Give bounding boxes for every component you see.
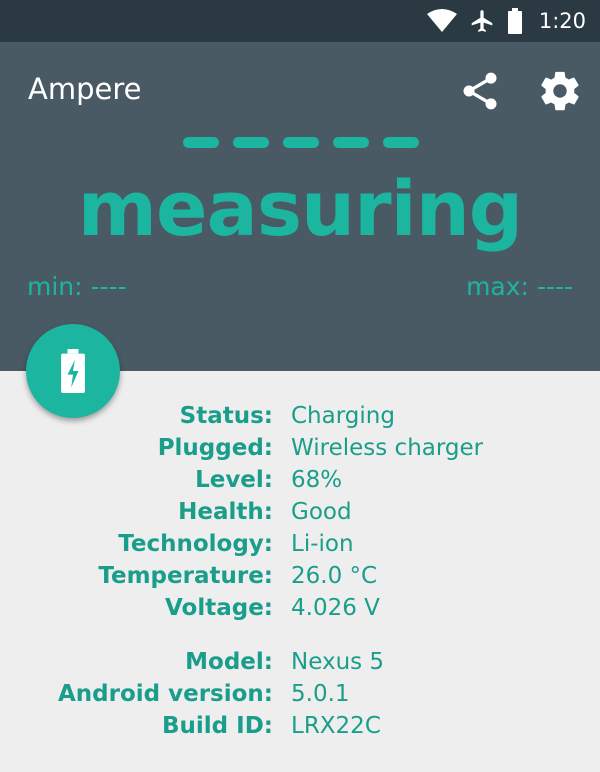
status-bar: 1:20 xyxy=(0,0,600,42)
placeholder-dash xyxy=(333,137,369,148)
info-list: Status: Charging Plugged: Wireless charg… xyxy=(0,400,600,742)
wifi-icon xyxy=(426,9,457,33)
info-value: Nexus 5 xyxy=(291,649,385,675)
min-reading: min: ---- xyxy=(27,272,127,301)
share-icon xyxy=(463,72,497,110)
info-value: Li-ion xyxy=(291,531,354,557)
info-row-level: Level: 68% xyxy=(0,464,600,496)
current-reading: measuring xyxy=(77,164,523,253)
info-label: Status: xyxy=(179,403,273,429)
info-label: Health: xyxy=(178,499,273,525)
clock: 1:20 xyxy=(538,9,586,33)
info-row-technology: Technology: Li-ion xyxy=(0,528,600,560)
placeholder-dash xyxy=(183,137,219,148)
info-row-temperature: Temperature: 26.0 °C xyxy=(0,560,600,592)
info-row-status: Status: Charging xyxy=(0,400,600,432)
info-value: 26.0 °C xyxy=(291,563,378,589)
info-row-plugged: Plugged: Wireless charger xyxy=(0,432,600,464)
info-value: 68% xyxy=(291,467,343,493)
info-label: Build ID: xyxy=(162,713,273,739)
info-value: LRX22C xyxy=(291,713,381,739)
info-row-model: Model: Nexus 5 xyxy=(0,646,600,678)
info-label: Voltage: xyxy=(164,595,273,621)
app-header: Ampere measuring min: ---- max: ---- xyxy=(0,42,600,371)
settings-button[interactable] xyxy=(535,66,585,116)
info-row-android-version: Android version: 5.0.1 xyxy=(0,678,600,710)
placeholder-dash xyxy=(383,137,419,148)
info-value: 5.0.1 xyxy=(291,681,350,707)
info-value: 4.026 V xyxy=(291,595,380,621)
info-label: Technology: xyxy=(118,531,273,557)
placeholder-dash xyxy=(283,137,319,148)
battery-icon xyxy=(507,8,523,34)
info-value: Wireless charger xyxy=(291,435,484,461)
airplane-mode-icon xyxy=(469,8,495,34)
info-label: Temperature: xyxy=(98,563,273,589)
info-label: Model: xyxy=(185,649,273,675)
info-label: Plugged: xyxy=(157,435,273,461)
info-label: Android version: xyxy=(57,681,273,707)
info-row-build-id: Build ID: LRX22C xyxy=(0,710,600,742)
settings-gear-icon xyxy=(541,71,579,111)
info-row-health: Health: Good xyxy=(0,496,600,528)
battery-charging-icon xyxy=(61,349,85,393)
info-value: Charging xyxy=(291,403,395,429)
share-button[interactable] xyxy=(455,66,505,116)
max-reading: max: ---- xyxy=(466,272,573,301)
app-title: Ampere xyxy=(28,72,142,106)
reading-placeholder-dashes xyxy=(183,137,419,148)
info-label: Level: xyxy=(195,467,273,493)
placeholder-dash xyxy=(233,137,269,148)
info-value: Good xyxy=(291,499,352,525)
info-row-voltage: Voltage: 4.026 V xyxy=(0,592,600,624)
